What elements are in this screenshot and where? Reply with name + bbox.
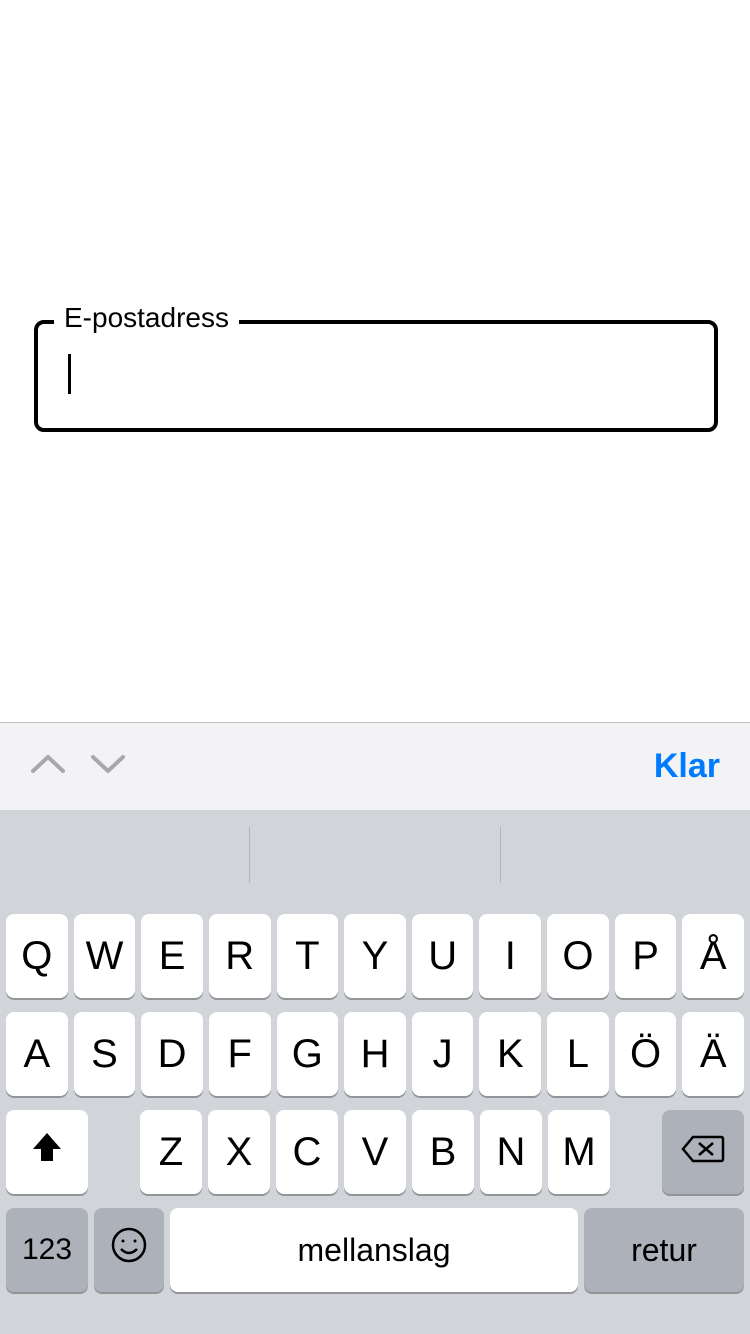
emoji-icon <box>109 1225 149 1275</box>
content-area: E-postadress <box>0 0 750 724</box>
key-h[interactable]: H <box>344 1012 406 1096</box>
key-e[interactable]: E <box>141 914 203 998</box>
key-z[interactable]: Z <box>140 1110 202 1194</box>
key-m[interactable]: M <box>548 1110 610 1194</box>
email-label-wrap: E-postadress <box>54 302 239 334</box>
suggestion-slot-1[interactable] <box>0 810 249 900</box>
keyboard-accessory-bar: Klar <box>0 722 750 810</box>
emoji-key[interactable] <box>94 1208 164 1292</box>
key-n[interactable]: N <box>480 1110 542 1194</box>
key-k[interactable]: K <box>479 1012 541 1096</box>
key-l[interactable]: L <box>547 1012 609 1096</box>
key-a[interactable]: A <box>6 1012 68 1096</box>
email-field-container: E-postadress <box>34 320 718 432</box>
text-cursor <box>68 354 71 394</box>
key-row-4: 123 mellanslag retur <box>0 1208 750 1292</box>
key-aring[interactable]: Å <box>682 914 744 998</box>
backspace-key[interactable] <box>662 1110 744 1194</box>
key-s[interactable]: S <box>74 1012 136 1096</box>
key-d[interactable]: D <box>141 1012 203 1096</box>
key-f[interactable]: F <box>209 1012 271 1096</box>
suggestion-bar <box>0 810 750 900</box>
key-p[interactable]: P <box>615 914 677 998</box>
space-key[interactable]: mellanslag <box>170 1208 578 1292</box>
key-q[interactable]: Q <box>6 914 68 998</box>
backspace-icon <box>681 1130 725 1175</box>
key-g[interactable]: G <box>277 1012 339 1096</box>
key-b[interactable]: B <box>412 1110 474 1194</box>
key-x[interactable]: X <box>208 1110 270 1194</box>
return-key[interactable]: retur <box>584 1208 744 1292</box>
chevron-down-icon <box>90 753 126 780</box>
key-t[interactable]: T <box>277 914 339 998</box>
key-row-3: Z X C V B N M <box>0 1110 750 1194</box>
key-c[interactable]: C <box>276 1110 338 1194</box>
prev-field-button[interactable] <box>28 747 68 787</box>
key-v[interactable]: V <box>344 1110 406 1194</box>
key-odia[interactable]: Ö <box>615 1012 677 1096</box>
key-y[interactable]: Y <box>344 914 406 998</box>
key-u[interactable]: U <box>412 914 474 998</box>
email-field[interactable] <box>34 320 718 432</box>
next-field-button[interactable] <box>88 747 128 787</box>
shift-key[interactable] <box>6 1110 88 1194</box>
accessory-nav <box>0 747 128 787</box>
key-row-1: Q W E R T Y U I O P Å <box>0 914 750 998</box>
email-label: E-postadress <box>64 302 229 333</box>
numbers-key[interactable]: 123 <box>6 1208 88 1292</box>
key-o[interactable]: O <box>547 914 609 998</box>
suggestion-slot-2[interactable] <box>250 810 499 900</box>
key-w[interactable]: W <box>74 914 136 998</box>
virtual-keyboard: Q W E R T Y U I O P Å A S D F G H J K L … <box>0 810 750 1334</box>
shift-icon <box>29 1129 65 1175</box>
key-i[interactable]: I <box>479 914 541 998</box>
chevron-up-icon <box>30 753 66 780</box>
done-button[interactable]: Klar <box>654 747 750 786</box>
key-row-3-letters: Z X C V B N M <box>94 1110 656 1194</box>
key-adia[interactable]: Ä <box>682 1012 744 1096</box>
suggestion-slot-3[interactable] <box>501 810 750 900</box>
key-row-2: A S D F G H J K L Ö Ä <box>0 1012 750 1096</box>
key-j[interactable]: J <box>412 1012 474 1096</box>
key-r[interactable]: R <box>209 914 271 998</box>
